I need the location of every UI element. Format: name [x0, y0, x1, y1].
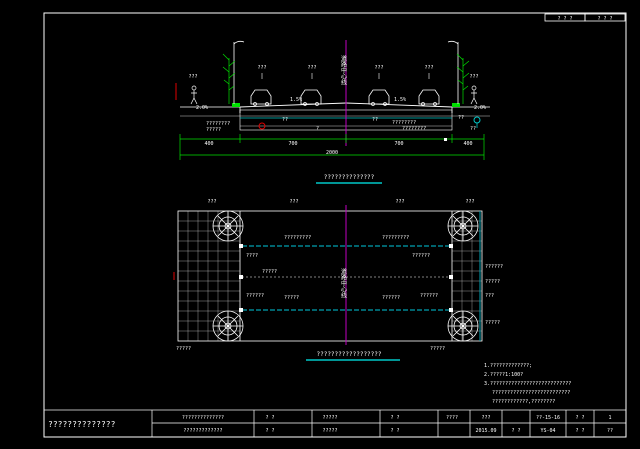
- section-note-9: ?: [316, 126, 319, 132]
- slope-label-4: 2.0%: [474, 105, 486, 111]
- plan-bottom-label-2: ?????: [430, 346, 445, 352]
- section-centerline-label: 道路中心线: [340, 54, 347, 85]
- plan-view: 道路中心线 ??? ??? ??? ??? ????????? ????????…: [173, 199, 503, 361]
- company-name: ??????????????: [48, 420, 116, 429]
- top-right-boxes: ? ? ? ? ? ?: [544, 13, 626, 22]
- pipe-label-6: ?????: [284, 295, 299, 301]
- plan-top-label-3: ???: [395, 199, 404, 205]
- tb-r2-c7: ? ?: [511, 428, 520, 434]
- lane-label-3: ???: [374, 65, 383, 71]
- sidewalk-label-right: ???: [469, 74, 478, 80]
- lane-label-2: ???: [307, 65, 316, 71]
- section-note-5: ??: [458, 115, 464, 121]
- pipe-label-1: ?????????: [284, 235, 311, 241]
- tb-r1-c6: ???: [481, 415, 490, 421]
- section-note-2: ?????: [206, 127, 221, 133]
- tb-r2-date: 2015.09: [475, 428, 496, 434]
- tb-r1-c4: ? ?: [390, 415, 399, 421]
- slope-label-2: 1.5%: [394, 97, 406, 103]
- slope-label-3: 2.0%: [196, 105, 208, 111]
- plan-top-label-2: ???: [289, 199, 298, 205]
- pipe-label-4: ?????: [262, 269, 277, 275]
- street-lamp-left: [233, 40, 245, 104]
- plan-top-label-4: ???: [465, 199, 474, 205]
- tb-r2-c1: ?????????????: [183, 428, 222, 434]
- note-2: 2.?????1:100?: [484, 372, 523, 378]
- tree-left: [222, 53, 236, 104]
- tree-right: [456, 53, 470, 104]
- section-note-8: ??: [470, 126, 476, 132]
- section-title: ??????????????: [324, 174, 375, 181]
- pipe-label-8: ??????: [420, 293, 438, 299]
- left-sidewalk-hatch: [178, 211, 240, 341]
- plan-right-label-4: ?????: [485, 320, 500, 326]
- slope-label-1: 1.5%: [290, 97, 302, 103]
- tb-r1-c1: ??????????????: [182, 415, 224, 421]
- plan-tree-br: [447, 310, 479, 342]
- cross-section: 道路中心线 ??? ??? ??? ??? ??? ??? 1.5% 1.5% …: [175, 40, 490, 184]
- dim-1: 400: [204, 141, 213, 147]
- pedestrian-left: [190, 85, 198, 105]
- lane-label-4: ???: [424, 65, 433, 71]
- tb-r1-c5: ????: [446, 415, 458, 421]
- car-2: [300, 89, 322, 106]
- tb-r1-c7: ??-15-16: [536, 415, 560, 421]
- cad-drawing-sheet: ? ? ? ? ? ? 道路中心线 ??? ??? ??? ??? ??? ??…: [0, 0, 640, 449]
- plan-title: ??????????????????: [316, 351, 381, 358]
- pedestrian-right: [470, 85, 478, 105]
- dim-2: 700: [288, 141, 297, 147]
- pipe-label-9: ??????: [412, 253, 430, 259]
- drawing-canvas: ? ? ? ? ? ? 道路中心线 ??? ??? ??? ??? ??? ??…: [43, 12, 627, 438]
- section-note-7: ????????: [402, 126, 426, 132]
- pipe-label-3: ????: [246, 253, 258, 259]
- plan-tree-tl: [212, 210, 244, 242]
- note-3: 3.???????????????????????????: [484, 381, 571, 387]
- plan-tree-tr: [447, 210, 479, 242]
- note-4: ??????????????????????????: [492, 390, 570, 396]
- dim-4: 400: [463, 141, 472, 147]
- tb-r1-c2: ? ?: [265, 415, 274, 421]
- pipe-label-2: ?????????: [382, 235, 409, 241]
- pipe-label-5: ??????: [246, 293, 264, 299]
- pipe-label-7: ??????: [382, 295, 400, 301]
- tb-r1-c3: ?????: [322, 415, 337, 421]
- street-lamp-right: [447, 40, 459, 104]
- pipe-circle-icon: [473, 116, 481, 124]
- plan-right-label-1: ??????: [485, 264, 503, 270]
- plan-right-label-2: ?????: [485, 279, 500, 285]
- tb-r2-c9: ? ?: [575, 428, 584, 434]
- lane-label-1: ???: [257, 65, 266, 71]
- plan-bottom-label-1: ?????: [176, 346, 191, 352]
- top-box-1: ? ? ?: [557, 16, 572, 22]
- dim-total: 2000: [326, 150, 338, 156]
- section-dimensions: [179, 134, 485, 160]
- car-1: [250, 89, 272, 106]
- tb-r2-c3: ?????: [322, 428, 337, 434]
- plan-tree-bl: [212, 310, 244, 342]
- tb-r1-c8: ? ?: [575, 415, 584, 421]
- tb-r2-c10: ??: [607, 428, 613, 434]
- top-box-2: ? ? ?: [597, 16, 612, 22]
- section-note-3: ??: [282, 117, 288, 123]
- notes: 1.?????????????; 2.?????1:100? 3.???????…: [484, 363, 571, 405]
- section-note-4: ??: [372, 117, 378, 123]
- plan-centerline-label: 道路中心线: [340, 267, 347, 298]
- tb-r2-drawing-no: YS-04: [540, 428, 555, 434]
- tb-r2-c2: ? ?: [265, 428, 274, 434]
- dim-3: 700: [394, 141, 403, 147]
- car-3: [368, 89, 390, 106]
- car-4: [418, 89, 440, 106]
- tb-r2-c4: ? ?: [390, 428, 399, 434]
- sidewalk-label-left: ???: [188, 74, 197, 80]
- tb-r1-c9: 1: [608, 415, 611, 421]
- note-5: ????????????,????????: [492, 399, 555, 405]
- plan-top-label-1: ???: [207, 199, 216, 205]
- plan-right-label-3: ???: [485, 293, 494, 299]
- sheet-border: [43, 12, 627, 438]
- note-1: 1.?????????????;: [484, 363, 532, 369]
